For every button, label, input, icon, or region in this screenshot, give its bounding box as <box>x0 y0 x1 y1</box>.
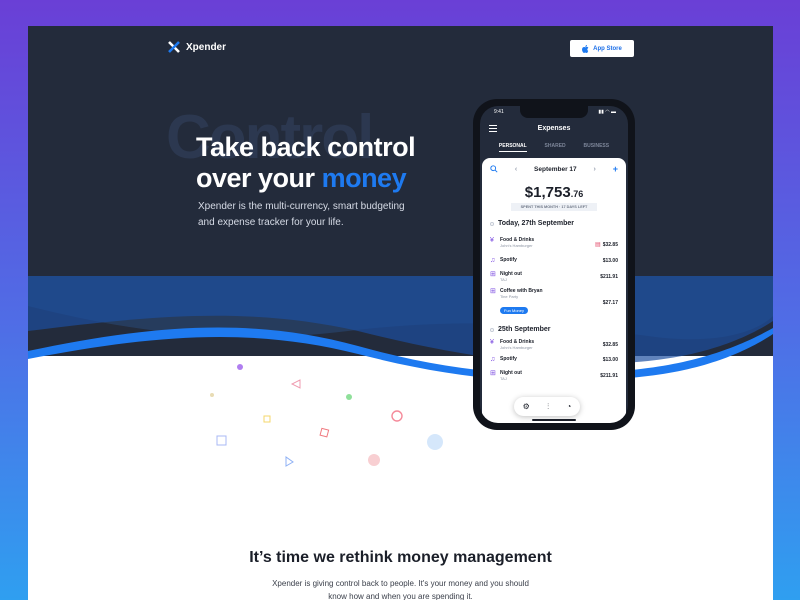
expense-title: Spotify <box>500 356 517 362</box>
ticket-icon: ⊞ <box>490 370 496 377</box>
brand-name: Xpender <box>186 41 227 53</box>
expense-amount: $32.85 <box>602 242 618 248</box>
expense-amount: $13.00 <box>602 357 618 363</box>
expense-row[interactable]: ¥ Food & Drinks John's Hamburger ▤ $32.85 <box>490 233 618 251</box>
expense-row[interactable]: ♫ Spotify $13.00 <box>490 257 618 265</box>
section-text: Xpender is giving control back to people… <box>272 579 529 600</box>
expense-sub: Tine Party <box>500 294 519 299</box>
status-time: 9:41 <box>494 109 504 115</box>
amount-cents: .76 <box>570 189 584 199</box>
shape-square-blue <box>216 435 227 446</box>
expense-row[interactable]: ¥ Food & Drinks John's Hamburger $32.85 <box>490 339 618 350</box>
phone-mockup: 9:41 ▮▮ ◠ ▬ Expenses PERSONAL SHARED BUS… <box>473 99 635 430</box>
shape-triangle-blue <box>285 456 294 467</box>
receipt-icon: ▤ <box>595 242 601 248</box>
chevron-left-icon[interactable]: ‹ <box>515 166 517 173</box>
day-dot-icon <box>490 221 494 226</box>
expense-amount: $32.85 <box>602 341 618 348</box>
status-icons: ▮▮ ◠ ▬ <box>598 109 616 115</box>
fork-knife-icon: ¥ <box>490 339 494 346</box>
xpender-logo-icon <box>168 41 180 53</box>
search-icon[interactable] <box>490 165 498 173</box>
total-spent: $1,753.76 <box>490 184 618 201</box>
headline-line-2: over your money <box>196 163 415 194</box>
amount-main: $1,753 <box>524 184 571 201</box>
sliders-icon[interactable]: ⫶ <box>547 402 549 412</box>
expense-title: Food & Drinks <box>500 236 535 243</box>
shape-circle-pink <box>391 410 403 422</box>
expense-sub: TAJ <box>500 376 507 381</box>
shape-square-yellow <box>263 415 271 423</box>
phone-notch <box>520 106 588 118</box>
expense-title: Spotify <box>500 257 517 263</box>
music-icon: ♫ <box>490 257 496 264</box>
date-bar: ‹ September 17 › + <box>490 158 618 180</box>
hero-wave-decoration <box>28 276 773 382</box>
bottom-toolbar: ⚙ ⫶ ◔ <box>514 397 580 416</box>
current-date: September 17 <box>534 165 577 173</box>
ticket-icon: ⊞ <box>490 288 496 295</box>
chevron-right-icon[interactable]: › <box>594 166 596 173</box>
app-store-label: App Store <box>593 45 622 52</box>
shape-square-red <box>319 427 330 438</box>
hero-subtext: Xpender is the multi-currency, smart bud… <box>198 201 405 228</box>
expense-amount: $211.91 <box>600 273 618 280</box>
app-title: Expenses <box>537 125 571 132</box>
expense-row[interactable]: ⊞ Coffee with Bryan Tine Party Fun Money $2… <box>490 288 618 317</box>
headline-accent: money <box>321 163 407 193</box>
expense-tag[interactable]: Fun Money <box>500 307 529 314</box>
apple-icon <box>582 44 589 53</box>
day-label: 25th September <box>498 326 551 333</box>
headline-line-1: Take back control <box>196 132 416 162</box>
phone-screen: 9:41 ▮▮ ◠ ▬ Expenses PERSONAL SHARED BUS… <box>480 106 628 423</box>
tab-shared[interactable]: SHARED <box>545 143 566 152</box>
shape-circle-lightblue <box>427 434 443 450</box>
expense-amount: $13.00 <box>602 258 618 264</box>
expense-row[interactable]: ⊞ Night out TAJ $211.91 <box>490 271 618 282</box>
settings-gear-icon[interactable]: ⚙ <box>523 402 530 411</box>
brand-logo[interactable]: Xpender <box>168 41 226 53</box>
day-header: 25th September <box>490 326 618 333</box>
app-store-button[interactable]: App Store <box>570 40 634 57</box>
tab-business[interactable]: BUSINESS <box>584 143 610 152</box>
expense-row[interactable]: ⊞ Night out TAJ $211.91 <box>490 370 618 381</box>
section-title: It’s time we rethink money management <box>249 549 552 566</box>
expense-tabs: PERSONAL SHARED BUSINESS <box>480 143 628 152</box>
headline-prefix: over your <box>196 163 315 193</box>
hero-headline: Take back control over your money <box>196 132 416 194</box>
expense-sub: John's Hamburger <box>500 242 533 248</box>
tab-personal[interactable]: PERSONAL <box>498 143 527 152</box>
expense-amount: $211.91 <box>600 372 618 379</box>
landing-page: Xpender App Store Control Take back cont… <box>28 26 773 600</box>
day-dot-icon <box>490 327 494 332</box>
music-icon: ♫ <box>490 356 496 363</box>
pie-chart-icon[interactable]: ◔ <box>566 402 571 411</box>
spent-caption: SPENT THIS MONTH · 17 DAYS LEFT <box>511 203 597 211</box>
expenses-card: ‹ September 17 › + $1,753.76 SPENT THIS … <box>482 158 626 423</box>
expense-sub: John's Hamburger <box>500 345 533 350</box>
home-indicator <box>532 419 576 421</box>
expense-sub: TAJ <box>500 277 507 282</box>
expense-row[interactable]: ♫ Spotify $13.00 <box>490 356 618 364</box>
day-header: Today, 27th September <box>490 220 618 227</box>
shape-circle-salmon <box>368 454 380 466</box>
fork-knife-icon: ¥ <box>490 236 494 244</box>
expense-amount: $27.17 <box>602 299 618 306</box>
day-label: Today, 27th September <box>498 220 574 227</box>
add-icon[interactable]: + <box>613 164 618 174</box>
ticket-icon: ⊞ <box>490 271 496 278</box>
